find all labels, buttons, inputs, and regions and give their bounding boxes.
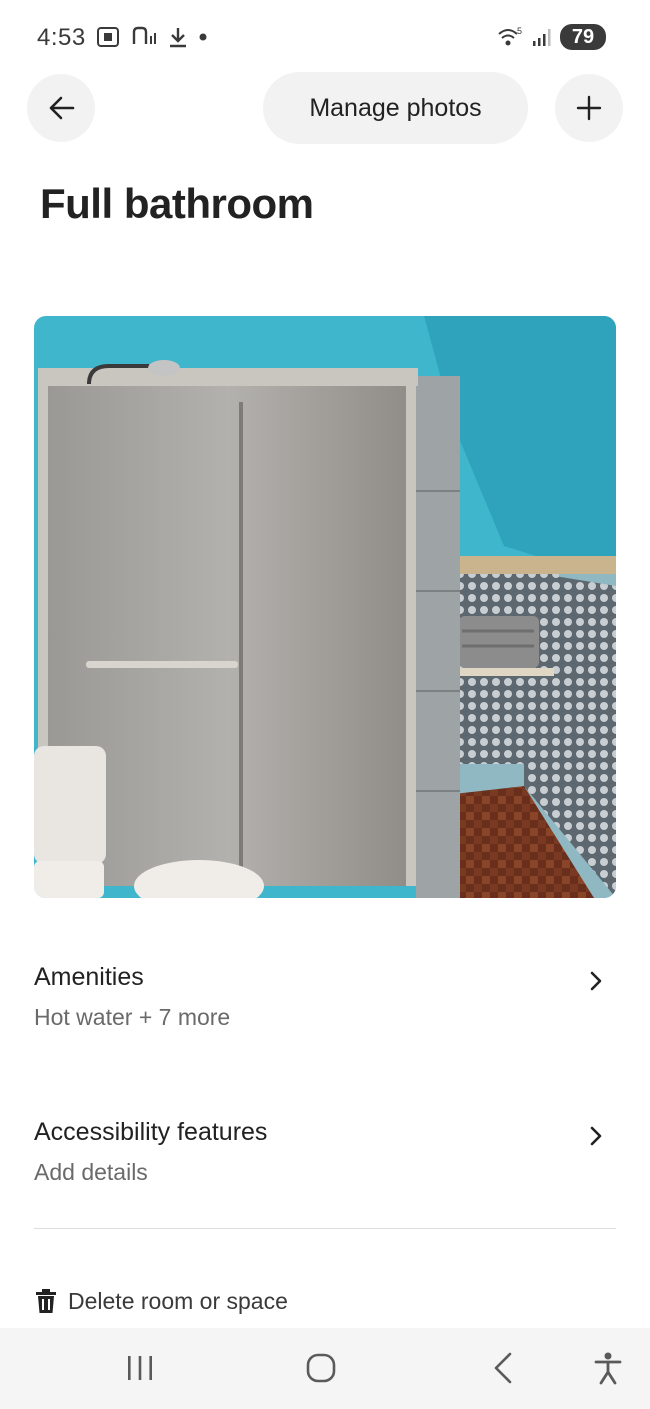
battery-indicator: 79 bbox=[560, 24, 606, 50]
accessibility-icon[interactable] bbox=[592, 1350, 624, 1386]
add-photo-button[interactable] bbox=[555, 74, 623, 142]
trash-icon bbox=[36, 1289, 56, 1313]
delete-room-button[interactable]: Delete room or space bbox=[34, 1284, 288, 1318]
accessibility-subtitle: Add details bbox=[34, 1159, 148, 1185]
status-time: 4:53 bbox=[37, 24, 86, 51]
battery-level: 79 bbox=[571, 25, 595, 48]
back-icon[interactable] bbox=[488, 1350, 520, 1386]
divider bbox=[34, 1228, 616, 1229]
status-notification-icons bbox=[96, 26, 208, 48]
chevron-right-icon bbox=[590, 971, 602, 991]
recents-icon[interactable] bbox=[124, 1350, 156, 1386]
delete-room-label: Delete room or space bbox=[68, 1287, 288, 1314]
room-photo[interactable] bbox=[34, 316, 616, 898]
page-title: Full bathroom bbox=[40, 180, 314, 227]
arrow-left-icon bbox=[49, 96, 75, 120]
plus-icon bbox=[576, 95, 602, 121]
chevron-right-icon bbox=[590, 1126, 602, 1146]
wifi-icon: 5 bbox=[498, 26, 522, 46]
nfc-icon bbox=[132, 26, 156, 44]
status-bar: 4:53 5 79 bbox=[0, 0, 650, 78]
manage-photos-label: Manage photos bbox=[309, 93, 482, 122]
screenshot-icon bbox=[97, 27, 119, 47]
amenities-subtitle: Hot water + 7 more bbox=[34, 1004, 231, 1030]
home-icon[interactable] bbox=[304, 1350, 340, 1386]
bathroom-photo-image bbox=[34, 316, 616, 898]
back-button[interactable] bbox=[27, 74, 95, 142]
wifi-band-label: 5 bbox=[517, 26, 522, 36]
status-system-icons: 5 79 bbox=[496, 24, 606, 50]
manage-photos-button[interactable]: Manage photos bbox=[263, 72, 528, 144]
signal-icon bbox=[533, 29, 551, 46]
accessibility-features-row[interactable]: Accessibility features Add details bbox=[34, 1118, 616, 1198]
amenities-title: Amenities bbox=[34, 963, 144, 991]
amenities-row[interactable]: Amenities Hot water + 7 more bbox=[34, 963, 616, 1043]
accessibility-title: Accessibility features bbox=[34, 1118, 268, 1146]
dot-icon bbox=[199, 33, 207, 41]
download-icon bbox=[170, 28, 186, 48]
system-navigation-bar bbox=[0, 1328, 650, 1409]
